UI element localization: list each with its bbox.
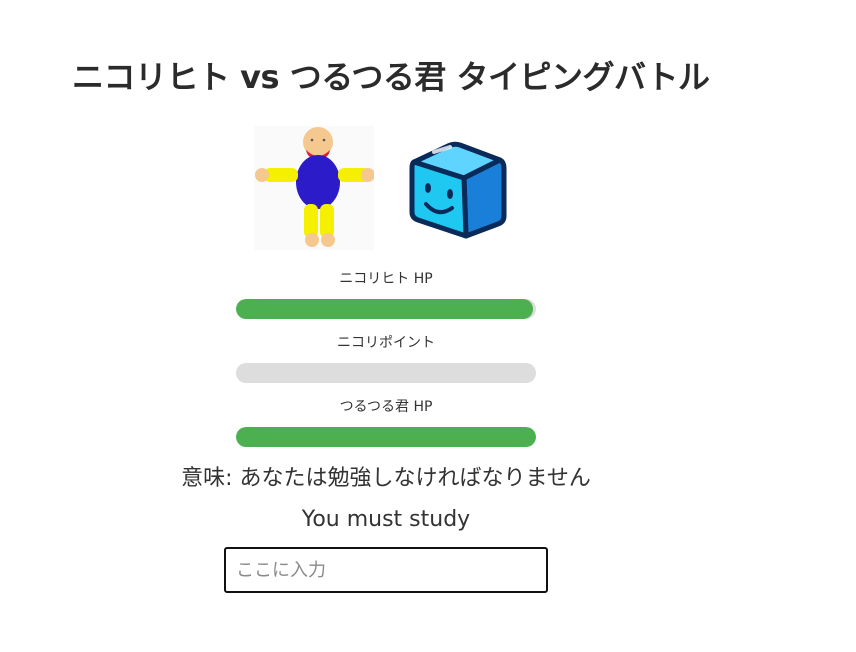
- player-hp-fill: [236, 299, 533, 319]
- meaning-text: 意味: あなたは勉強しなければなりません: [181, 466, 591, 491]
- enemy-hp-label: つるつる君 HP: [339, 399, 433, 415]
- enemy-character-image: [409, 141, 507, 239]
- enemy-hp-fill: [236, 427, 536, 447]
- typing-input[interactable]: [224, 547, 548, 593]
- player-hp-bar: [236, 299, 536, 319]
- nikori-point-label: ニコリポイント: [337, 335, 435, 351]
- player-character-image: [254, 126, 374, 250]
- enemy-hp-bar: [236, 427, 536, 447]
- page-title: ニコリヒト vs つるつる君 タイピングバトル: [72, 58, 710, 96]
- player-hp-label: ニコリヒト HP: [339, 271, 433, 287]
- nikori-point-bar: [236, 363, 536, 383]
- target-phrase: You must study: [301, 507, 471, 532]
